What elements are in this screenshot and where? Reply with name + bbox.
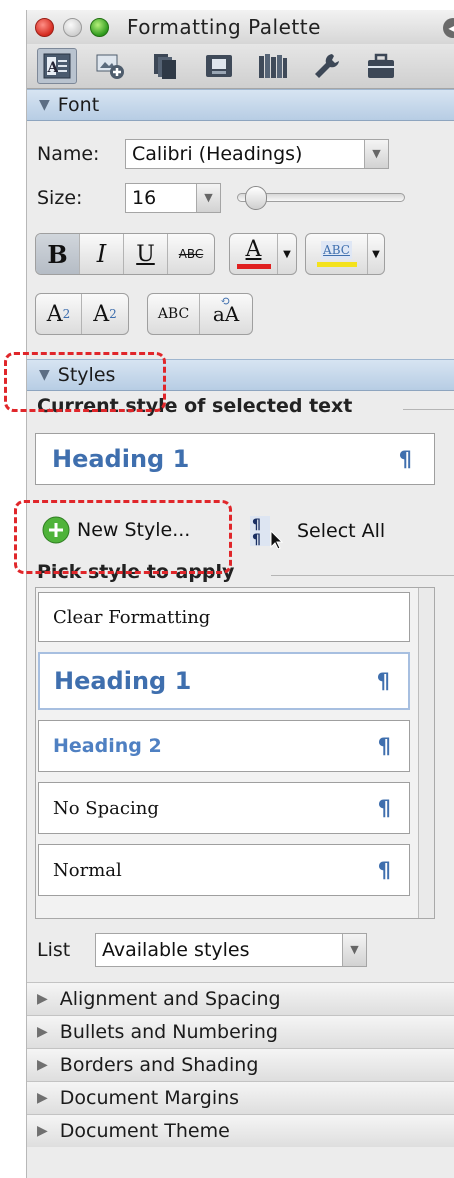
reference-tools-icon[interactable]	[253, 48, 293, 84]
style-list[interactable]: Clear Formatting Heading 1 ¶ Heading 2 ¶…	[35, 587, 435, 919]
slider-thumb[interactable]	[245, 186, 267, 210]
style-list-item[interactable]: No Spacing ¶	[38, 782, 410, 834]
disclosure-triangle-icon: ▼	[39, 97, 50, 113]
font-size-combobox[interactable]: 16 ▼	[125, 183, 221, 213]
select-all-button[interactable]: ¶ ¶ Select All	[247, 513, 385, 549]
style-list-item-selected[interactable]: Heading 1 ¶	[38, 652, 410, 710]
disclosure-triangle-icon: ▶	[37, 991, 48, 1007]
superscript-button[interactable]: A2	[36, 294, 82, 334]
projects-icon[interactable]	[361, 48, 401, 84]
pilcrow-icon: ¶	[377, 858, 391, 882]
chevron-down-icon[interactable]: ▼	[368, 234, 384, 274]
styles-header-callout	[4, 352, 166, 412]
list-label: List	[37, 939, 71, 961]
italic-button[interactable]: I	[80, 234, 124, 274]
window-title: Formatting Palette	[127, 15, 321, 39]
font-color-swatch	[236, 264, 271, 269]
underline-button[interactable]: U	[124, 234, 168, 274]
chevron-down-icon[interactable]: ▼	[278, 234, 296, 274]
text-style-buttons: B I U ABC	[35, 233, 215, 275]
palette-options-icon[interactable]: ◀	[443, 18, 454, 38]
toolbox-toolbar: A	[27, 44, 454, 89]
change-case-button[interactable]: ⟲ aA	[200, 294, 252, 334]
zoom-button[interactable]	[90, 18, 109, 37]
disclosure-triangle-icon: ▶	[37, 1090, 48, 1106]
pilcrow-icon: ¶	[377, 734, 391, 758]
bullets-numbering-section[interactable]: ▶ Bullets and Numbering	[27, 1015, 454, 1048]
compatibility-report-icon[interactable]	[307, 48, 347, 84]
subscript-button[interactable]: A2	[82, 294, 128, 334]
disclosure-triangle-icon: ▶	[37, 1057, 48, 1073]
pilcrow-icon: ¶	[377, 796, 391, 820]
select-all-icon: ¶¶	[250, 516, 284, 549]
font-size-label: Size:	[37, 187, 83, 209]
chevron-down-icon[interactable]: ▼	[196, 184, 220, 212]
scrapbook-icon[interactable]	[199, 48, 239, 84]
font-section-body: Name: Calibri (Headings) ▼ Size: 16 ▼ B …	[27, 121, 454, 359]
new-style-callout	[14, 500, 232, 574]
formatting-palette-icon[interactable]: A	[37, 48, 77, 84]
style-list-item[interactable]: Normal ¶	[38, 844, 410, 896]
font-section-title: Font	[57, 94, 100, 116]
close-button[interactable]	[35, 18, 54, 37]
minimize-button[interactable]	[63, 18, 82, 37]
current-style-box: Heading 1 ¶	[35, 433, 435, 485]
font-name-value: Calibri (Headings)	[132, 143, 303, 165]
style-list-item[interactable]: Clear Formatting	[38, 592, 410, 642]
bold-button[interactable]: B	[36, 234, 80, 274]
font-color-control: A ▼	[229, 233, 297, 275]
svg-text:A: A	[47, 60, 60, 76]
formatting-palette-window: Formatting Palette ◀ A ▼ Font	[26, 10, 454, 1178]
small-caps-button[interactable]: ABC	[148, 294, 200, 334]
font-size-value: 16	[132, 187, 157, 209]
pilcrow-icon: ¶	[398, 447, 412, 471]
list-filter-combobox[interactable]: Available styles ▼	[95, 933, 367, 967]
borders-shading-section[interactable]: ▶ Borders and Shading	[27, 1048, 454, 1081]
case-buttons: ABC ⟲ aA	[147, 293, 253, 335]
font-name-label: Name:	[37, 143, 100, 165]
chevron-down-icon[interactable]: ▼	[364, 140, 388, 168]
font-section-header[interactable]: ▼ Font	[27, 89, 454, 121]
font-name-combobox[interactable]: Calibri (Headings) ▼	[125, 139, 389, 169]
font-size-slider[interactable]	[237, 183, 405, 213]
highlight-button[interactable]: ABC	[306, 234, 368, 274]
font-color-button[interactable]: A	[230, 234, 278, 274]
list-filter-value: Available styles	[102, 939, 250, 961]
chevron-down-icon[interactable]: ▼	[342, 934, 366, 966]
styles-section-body: Current style of selected text Heading 1…	[27, 391, 454, 1061]
highlight-control: ABC ▼	[305, 233, 385, 275]
svg-text:¶: ¶	[252, 532, 261, 548]
alignment-spacing-section[interactable]: ▶ Alignment and Spacing	[27, 982, 454, 1015]
title-bar[interactable]: Formatting Palette ◀	[27, 10, 454, 44]
style-list-scrollbar[interactable]	[418, 588, 434, 918]
pilcrow-icon: ¶	[376, 669, 390, 693]
select-all-label: Select All	[297, 520, 386, 542]
current-style-value: Heading 1	[52, 445, 190, 473]
disclosure-triangle-icon: ▶	[37, 1024, 48, 1040]
disclosure-triangle-icon: ▶	[37, 1123, 48, 1139]
citations-icon[interactable]	[145, 48, 185, 84]
svg-text:¶: ¶	[252, 517, 261, 533]
document-margins-section[interactable]: ▶ Document Margins	[27, 1081, 454, 1114]
highlight-swatch	[316, 262, 357, 267]
document-theme-section[interactable]: ▶ Document Theme	[27, 1114, 454, 1147]
object-palette-icon[interactable]	[91, 48, 131, 84]
style-list-item[interactable]: Heading 2 ¶	[38, 720, 410, 772]
script-buttons: A2 A2	[35, 293, 129, 335]
strikethrough-button[interactable]: ABC	[168, 234, 214, 274]
